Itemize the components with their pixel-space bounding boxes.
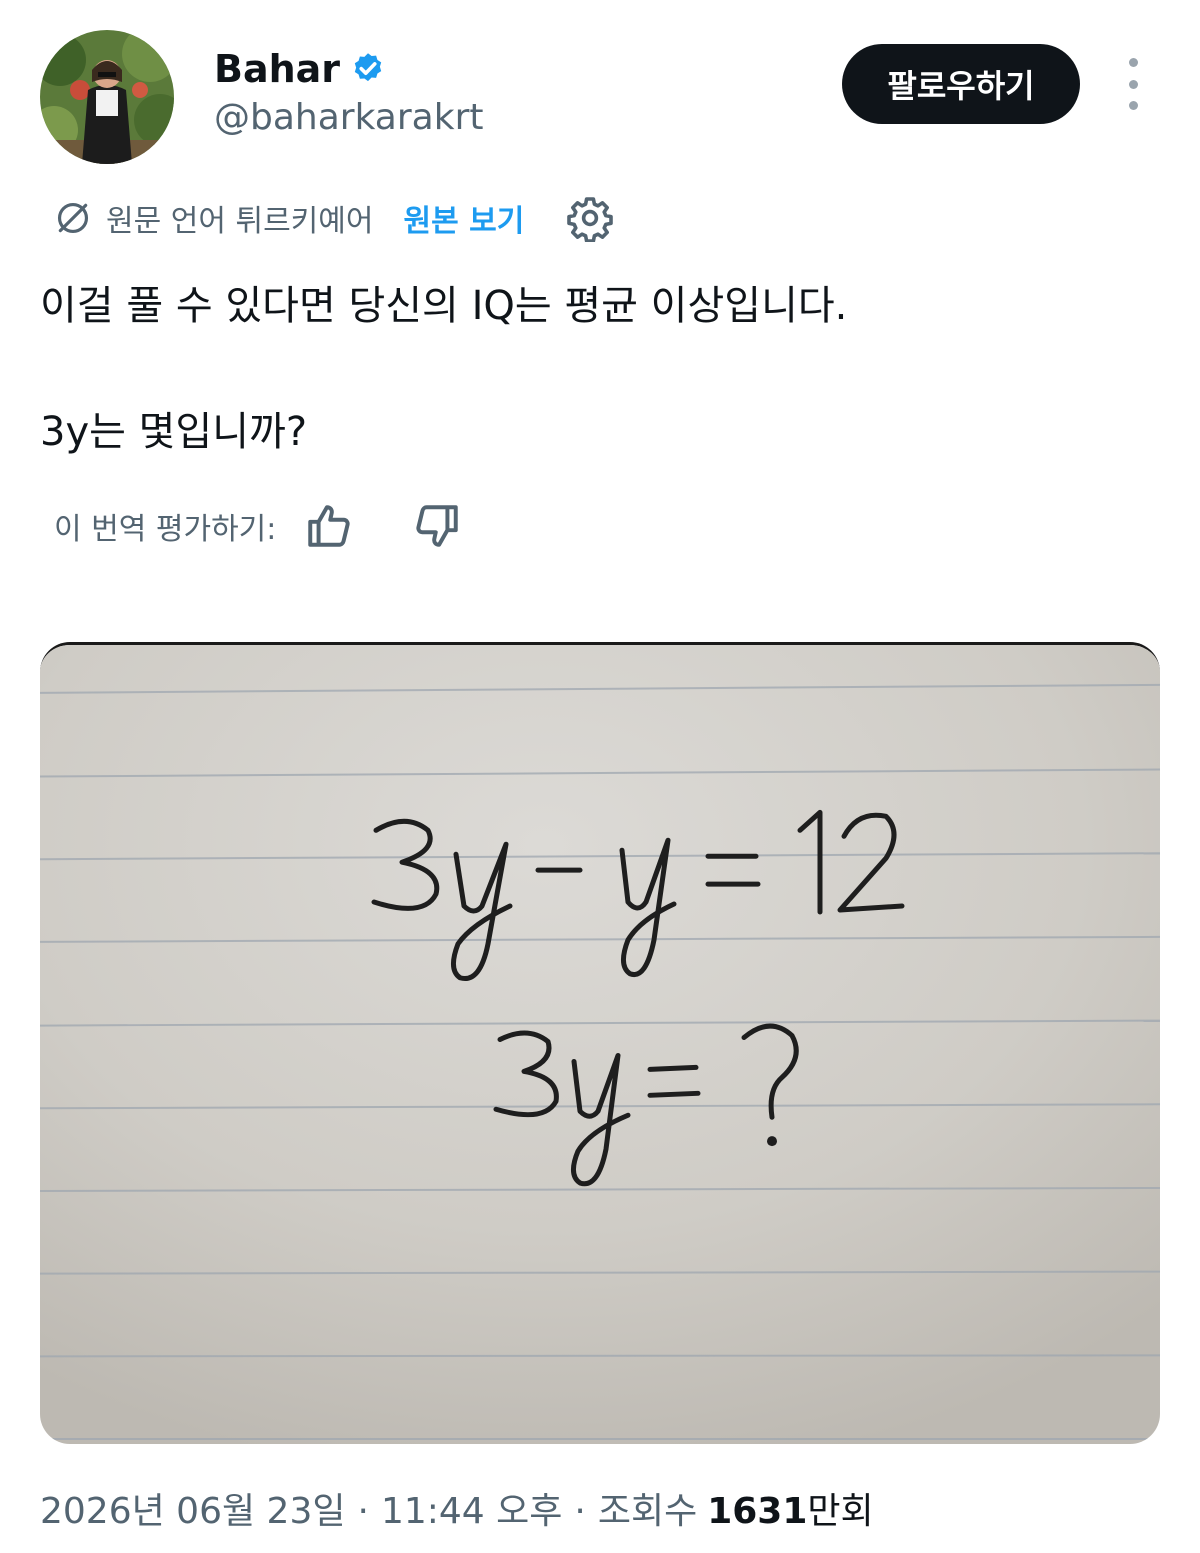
tweet-text-line: 3y는 몇입니까?: [40, 409, 308, 455]
translation-rating: 이 번역 평가하기:: [54, 500, 462, 552]
tweet-image[interactable]: [40, 642, 1160, 1444]
notebook-photo: [40, 645, 1160, 1444]
question-dot: [767, 1136, 777, 1147]
meta-separator: ·: [574, 1491, 586, 1532]
views-count: 1631: [707, 1491, 808, 1532]
translation-source-label: 원문 언어 튀르키예어: [106, 204, 374, 239]
translation-bar: 원문 언어 튀르키예어 원본 보기: [54, 194, 614, 242]
tweet-meta: 2026년 06월 23일 · 11:44 오후 · 조회수 1631 만회: [40, 1488, 874, 1536]
thumbs-down-icon[interactable]: [412, 501, 462, 551]
display-name-text: Bahar: [214, 47, 341, 91]
tweet-date[interactable]: 2026년 06월 23일: [40, 1488, 345, 1536]
display-name[interactable]: Bahar: [214, 46, 386, 92]
more-dot: [1128, 79, 1138, 89]
thumbs-up-icon[interactable]: [304, 501, 354, 551]
more-dot: [1128, 58, 1138, 67]
views-label: 조회수: [597, 1491, 698, 1532]
views-unit: 만회: [807, 1491, 874, 1532]
tweet-time[interactable]: 11:44 오후: [381, 1488, 562, 1536]
more-vertical-icon[interactable]: [1116, 58, 1150, 110]
translate-icon: [57, 202, 89, 234]
follow-button[interactable]: 팔로우하기: [842, 44, 1080, 124]
verified-badge-icon: [354, 53, 382, 82]
gear-icon[interactable]: [566, 194, 614, 242]
tweet-text-line: 이걸 풀 수 있다면 당신의 IQ는 평균 이상입니다.: [40, 283, 848, 329]
rate-translation-label: 이 번역 평가하기:: [54, 512, 277, 547]
avatar[interactable]: [40, 30, 174, 164]
profile-photo: [40, 30, 174, 164]
more-dot: [1128, 101, 1138, 110]
user-handle[interactable]: @baharkarakrt: [214, 96, 484, 140]
view-original-link[interactable]: 원본 보기: [403, 196, 524, 240]
meta-separator: ·: [357, 1491, 369, 1532]
